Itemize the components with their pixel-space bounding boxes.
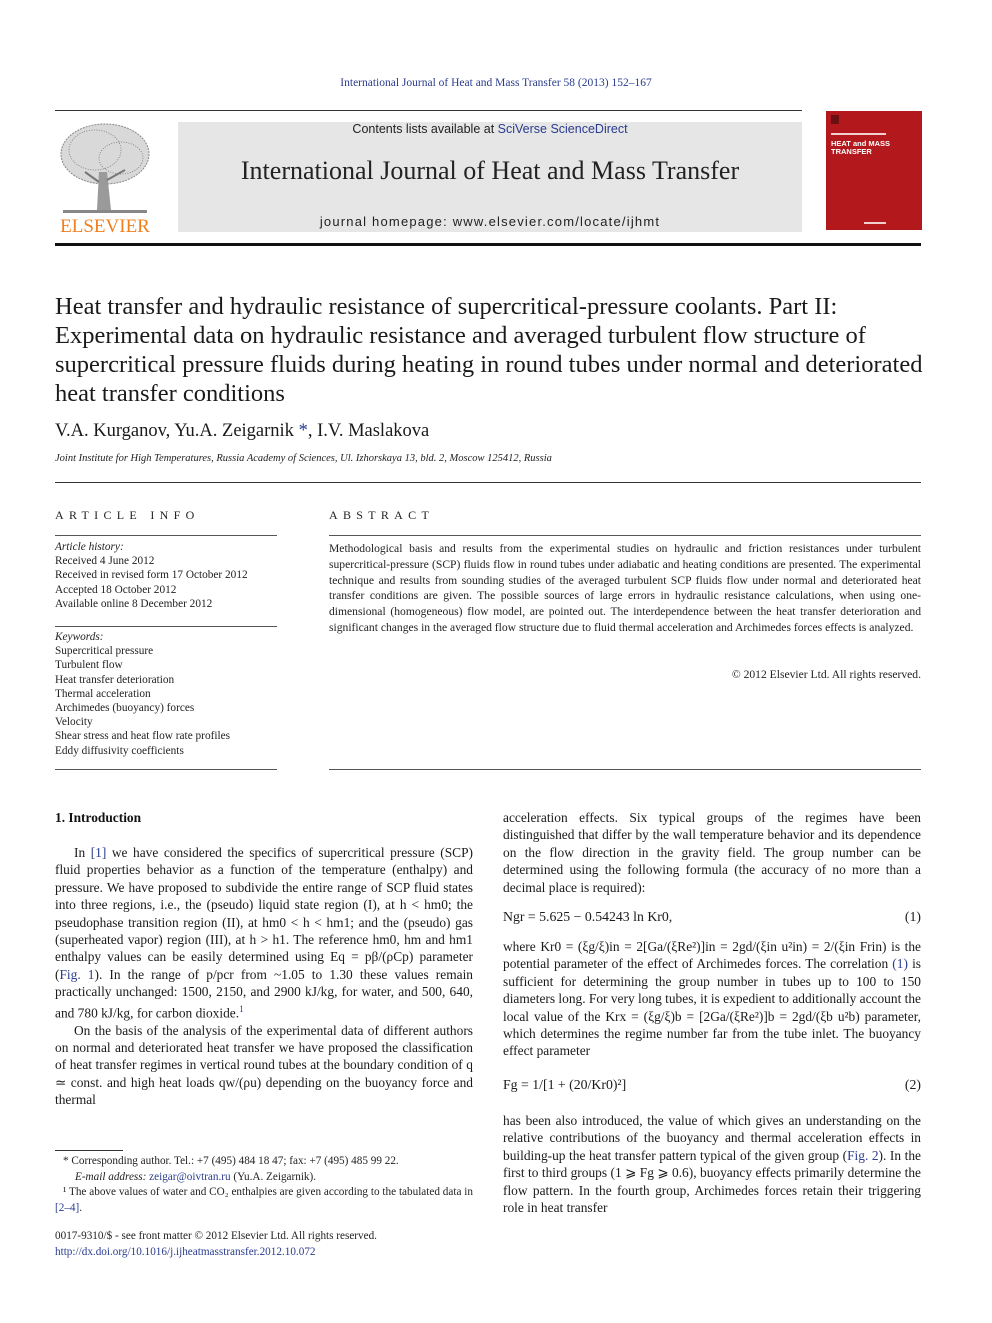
- journal-citation[interactable]: International Journal of Heat and Mass T…: [0, 77, 992, 89]
- text: where Kr0 = (ξg/ξ)in = 2[Ga/(ξRe²)]in = …: [503, 939, 921, 972]
- text: is sufficient for determining the group …: [503, 956, 921, 1059]
- text: ¹ The above values of water and CO₂ enth…: [63, 1186, 473, 1198]
- doi-link[interactable]: http://dx.doi.org/10.1016/j.ijheatmasstr…: [55, 1246, 316, 1258]
- keyword-item: Archimedes (buoyancy) forces: [55, 702, 195, 715]
- ref-link[interactable]: [1]: [91, 845, 107, 860]
- abstract-copyright: © 2012 Elsevier Ltd. All rights reserved…: [731, 668, 921, 681]
- text: .: [79, 1201, 83, 1214]
- footnote-link[interactable]: 1: [239, 1004, 244, 1014]
- journal-title: International Journal of Heat and Mass T…: [240, 156, 740, 185]
- corresponding-author-note: * Corresponding author. Tel.: +7 (495) 4…: [63, 1155, 399, 1167]
- ref-link[interactable]: [2–4]: [55, 1202, 79, 1214]
- footnotes: * Corresponding author. Tel.: +7 (495) 4…: [55, 1154, 473, 1216]
- contents-prefix: Contents lists available at: [352, 122, 498, 136]
- keyword-item: Turbulent flow: [55, 659, 123, 672]
- header-rule: [55, 110, 802, 111]
- right-column: acceleration effects. Six typical groups…: [503, 809, 921, 896]
- email-note: E-mail address: zeigar@oivtran.ru (Yu.A.…: [55, 1170, 473, 1186]
- cover-footer: [864, 222, 886, 224]
- history-item: Available online 8 December 2012: [55, 597, 213, 610]
- text: (Yu.A. Zeigarnik).: [230, 1170, 317, 1183]
- journal-banner: Contents lists available at SciVerse Sci…: [178, 122, 802, 232]
- authors: V.A. Kurganov, Yu.A. Zeigarnik *, I.V. M…: [55, 421, 429, 442]
- email-link[interactable]: zeigar@oivtran.ru: [149, 1171, 230, 1183]
- header-thick-rule: [55, 243, 921, 246]
- abstract-heading: ABSTRACT: [329, 508, 435, 522]
- authors-first: V.A. Kurganov, Yu.A. Zeigarnik: [55, 421, 294, 441]
- right-paragraph-2: where Kr0 = (ξg/ξ)in = 2[Ga/(ξRe²)]in = …: [503, 938, 921, 1060]
- info-rule: [55, 535, 277, 536]
- keyword-item: Heat transfer deterioration: [55, 673, 175, 686]
- keywords-label: Keywords:: [55, 631, 104, 643]
- front-matter: 0017-9310/$ - see front matter © 2012 El…: [55, 1229, 377, 1260]
- journal-cover[interactable]: HEAT and MASS TRANSFER: [826, 111, 922, 230]
- abstract-bottom-rule: [329, 769, 921, 770]
- publisher-name: ELSEVIER: [60, 216, 150, 234]
- sciencedirect-link[interactable]: SciVerse ScienceDirect: [498, 122, 628, 136]
- keyword-item: Supercritical pressure: [55, 645, 154, 658]
- footnote-1: ¹ The above values of water and CO₂ enth…: [55, 1185, 473, 1216]
- abstract-text: Methodological basis and results from th…: [329, 542, 921, 634]
- equation-link[interactable]: (1): [892, 956, 908, 971]
- authors-last: , I.V. Maslakova: [307, 421, 430, 441]
- equation-1: Ngr = 5.625 − 0.54243 ln Kr0, (1): [503, 909, 921, 925]
- info-bottom-rule: [55, 769, 277, 770]
- affiliation: Joint Institute for High Temperatures, R…: [55, 453, 552, 464]
- footnote-rule: [55, 1150, 123, 1151]
- introduction-heading: 1. Introduction: [55, 810, 142, 825]
- issn-line: 0017-9310/$ - see front matter © 2012 El…: [55, 1230, 377, 1242]
- cover-title-line2: TRANSFER: [831, 146, 872, 156]
- abstract-rule: [329, 535, 921, 536]
- keyword-item: Shear stress and heat flow rate profiles: [55, 730, 231, 743]
- left-column: In [1] we have considered the specifics …: [55, 844, 473, 1109]
- elsevier-logo: ELSEVIER: [55, 122, 155, 237]
- keyword-item: Thermal acceleration: [55, 687, 151, 700]
- text: ). In the range of p/pcr from ~1.05 to 1…: [55, 966, 473, 1021]
- right-paragraph-3: has been also introduced, the value of w…: [503, 1112, 921, 1216]
- keywords: Keywords: Supercritical pressure Turbule…: [55, 630, 277, 758]
- article-title: Heat transfer and hydraulic resistance o…: [55, 293, 923, 407]
- equation-1-number: (1): [904, 909, 921, 924]
- equation-2-body: Fg = 1/[1 + (20/Kr0)²]: [503, 1077, 627, 1092]
- keyword-item: Eddy diffusivity coefficients: [55, 744, 184, 757]
- right-column-2: where Kr0 = (ξg/ξ)in = 2[Ga/(ξRe²)]in = …: [503, 938, 921, 1060]
- equation-1-body: Ngr = 5.625 − 0.54243 ln Kr0,: [503, 909, 673, 924]
- section-rule: [55, 482, 921, 483]
- cover-subtitle: [831, 133, 886, 135]
- journal-homepage[interactable]: journal homepage: www.elsevier.com/locat…: [178, 214, 802, 229]
- cover-logo-icon: [831, 115, 839, 124]
- text: we have considered the specifics of supe…: [55, 845, 473, 982]
- right-column-3: has been also introduced, the value of w…: [503, 1112, 921, 1216]
- figure-link[interactable]: Fig. 2: [847, 1148, 878, 1163]
- text: In: [74, 845, 91, 860]
- intro-paragraph-1: In [1] we have considered the specifics …: [55, 844, 473, 1022]
- corresponding-author-mark[interactable]: *: [299, 421, 308, 441]
- article-history: Article history: Received 4 June 2012 Re…: [55, 540, 277, 611]
- history-item: Accepted 18 October 2012: [55, 583, 177, 596]
- equation-2-number: (2): [904, 1077, 921, 1092]
- article-info-heading: ARTICLE INFO: [55, 508, 200, 522]
- history-item: Received 4 June 2012: [55, 555, 155, 568]
- keywords-rule: [55, 626, 277, 627]
- history-item: Received in revised form 17 October 2012: [55, 569, 248, 582]
- history-label: Article history:: [55, 541, 124, 553]
- figure-link[interactable]: Fig. 1: [59, 967, 94, 982]
- intro-paragraph-2: On the basis of the analysis of the expe…: [55, 1022, 473, 1108]
- equation-2: Fg = 1/[1 + (20/Kr0)²] (2): [503, 1077, 921, 1093]
- keyword-item: Velocity: [55, 716, 93, 729]
- right-paragraph-1: acceleration effects. Six typical groups…: [503, 810, 921, 895]
- cover-title: HEAT and MASS TRANSFER: [831, 140, 890, 155]
- tree-icon: ELSEVIER: [60, 123, 150, 237]
- email-label: E-mail address:: [75, 1170, 150, 1183]
- contents-line: Contents lists available at SciVerse Sci…: [178, 122, 802, 136]
